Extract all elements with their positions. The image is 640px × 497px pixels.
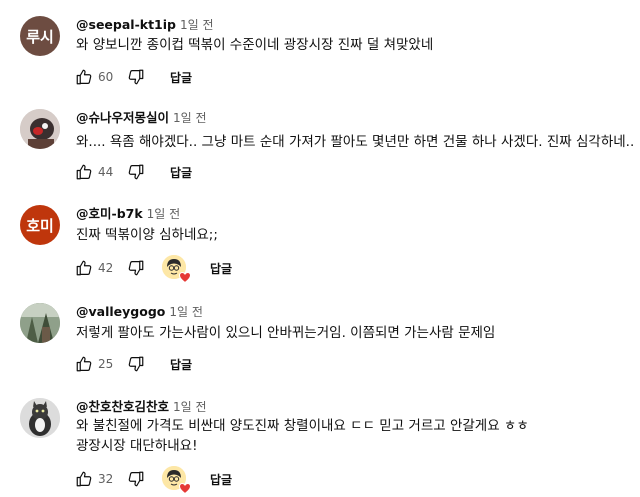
comment-header: @seepal-kt1ip 1일 전	[76, 16, 214, 32]
avatar[interactable]: 호미	[20, 205, 60, 245]
comment-time[interactable]: 1일 전	[180, 18, 214, 32]
thumb-up-icon	[76, 69, 92, 85]
like-count: 25	[98, 357, 114, 371]
thumb-down-icon	[128, 164, 144, 180]
comment-text: 와 불친절에 가격도 비싼대 양도진짜 창렬이내요 ㄷㄷ 믿고 거르고 안갈게요…	[76, 418, 529, 434]
comment-text-line-2: 광장시장 대단하내요!	[76, 438, 198, 454]
comment-actions: 25 답글	[72, 350, 192, 378]
comment-time[interactable]: 1일 전	[173, 400, 207, 414]
comment-time[interactable]: 1일 전	[173, 111, 207, 125]
dislike-button[interactable]	[124, 65, 148, 89]
comment-header: @valleygogo 1일 전	[76, 303, 203, 319]
thumb-up-icon	[76, 471, 92, 487]
avatar[interactable]	[20, 109, 60, 149]
comment-header: @슈나우저몽실이 1일 전	[76, 109, 207, 125]
avatar[interactable]	[20, 303, 60, 343]
comment-author[interactable]: @찬호찬호김찬호	[76, 399, 169, 414]
like-button[interactable]	[72, 256, 96, 280]
comment-time[interactable]: 1일 전	[147, 207, 181, 221]
thumb-up-icon	[76, 356, 92, 372]
comment-author[interactable]: @슈나우저몽실이	[76, 110, 169, 125]
reply-button[interactable]: 답글	[170, 356, 192, 373]
profile-photo-icon	[20, 398, 60, 438]
comment-time[interactable]: 1일 전	[169, 305, 203, 319]
heart-icon	[179, 483, 191, 494]
reply-button[interactable]: 답글	[170, 164, 192, 181]
comment-actions: 32 답글	[72, 465, 232, 494]
thumb-down-icon	[128, 260, 144, 276]
comment-actions: 42 답글	[72, 254, 232, 283]
profile-photo-icon	[20, 109, 60, 149]
comment-author[interactable]: @호미-b7k	[76, 206, 143, 221]
profile-photo-icon	[20, 303, 60, 343]
reply-button[interactable]: 답글	[170, 69, 192, 86]
comment-text: 와 양보니깐 종이컵 떡볶이 수준이네 광장시장 진짜 덜 쳐맞았네	[76, 37, 434, 53]
thumb-up-icon	[76, 164, 92, 180]
dislike-button[interactable]	[124, 256, 148, 280]
thumb-down-icon	[128, 69, 144, 85]
heart-icon	[179, 272, 191, 283]
comment-author[interactable]: @valleygogo	[76, 304, 165, 319]
thumb-down-icon	[128, 356, 144, 372]
comment-text: 와.... 욕좀 해야겠다.. 그냥 마트 순대 가져가 팔아도 몇년만 하면 …	[76, 134, 635, 150]
creator-heart-badge[interactable]	[162, 466, 191, 494]
comment-header: @호미-b7k 1일 전	[76, 205, 180, 221]
reply-button[interactable]: 답글	[210, 471, 232, 488]
dislike-button[interactable]	[124, 352, 148, 376]
comment-author[interactable]: @seepal-kt1ip	[76, 17, 176, 32]
dislike-button[interactable]	[124, 160, 148, 184]
like-button[interactable]	[72, 65, 96, 89]
avatar[interactable]: 루시	[20, 16, 60, 56]
like-button[interactable]	[72, 467, 96, 491]
like-count: 60	[98, 70, 114, 84]
comment-text: 저렇게 팔아도 가는사람이 있으니 안바뀌는거임. 이쯤되면 가는사람 문제임	[76, 325, 496, 341]
comment-actions: 44 답글	[72, 158, 192, 186]
comment-actions: 60 답글	[72, 63, 192, 91]
avatar[interactable]	[20, 398, 60, 438]
comment-text: 진짜 떡볶이양 심하네요;;	[76, 227, 218, 243]
reply-button[interactable]: 답글	[210, 260, 232, 277]
like-count: 32	[98, 472, 114, 486]
like-button[interactable]	[72, 160, 96, 184]
like-count: 44	[98, 165, 114, 179]
thumb-down-icon	[128, 471, 144, 487]
like-count: 42	[98, 261, 114, 275]
like-button[interactable]	[72, 352, 96, 376]
creator-heart-badge[interactable]	[162, 255, 191, 283]
thumb-up-icon	[76, 260, 92, 276]
comment-header: @찬호찬호김찬호 1일 전	[76, 398, 207, 414]
dislike-button[interactable]	[124, 467, 148, 491]
